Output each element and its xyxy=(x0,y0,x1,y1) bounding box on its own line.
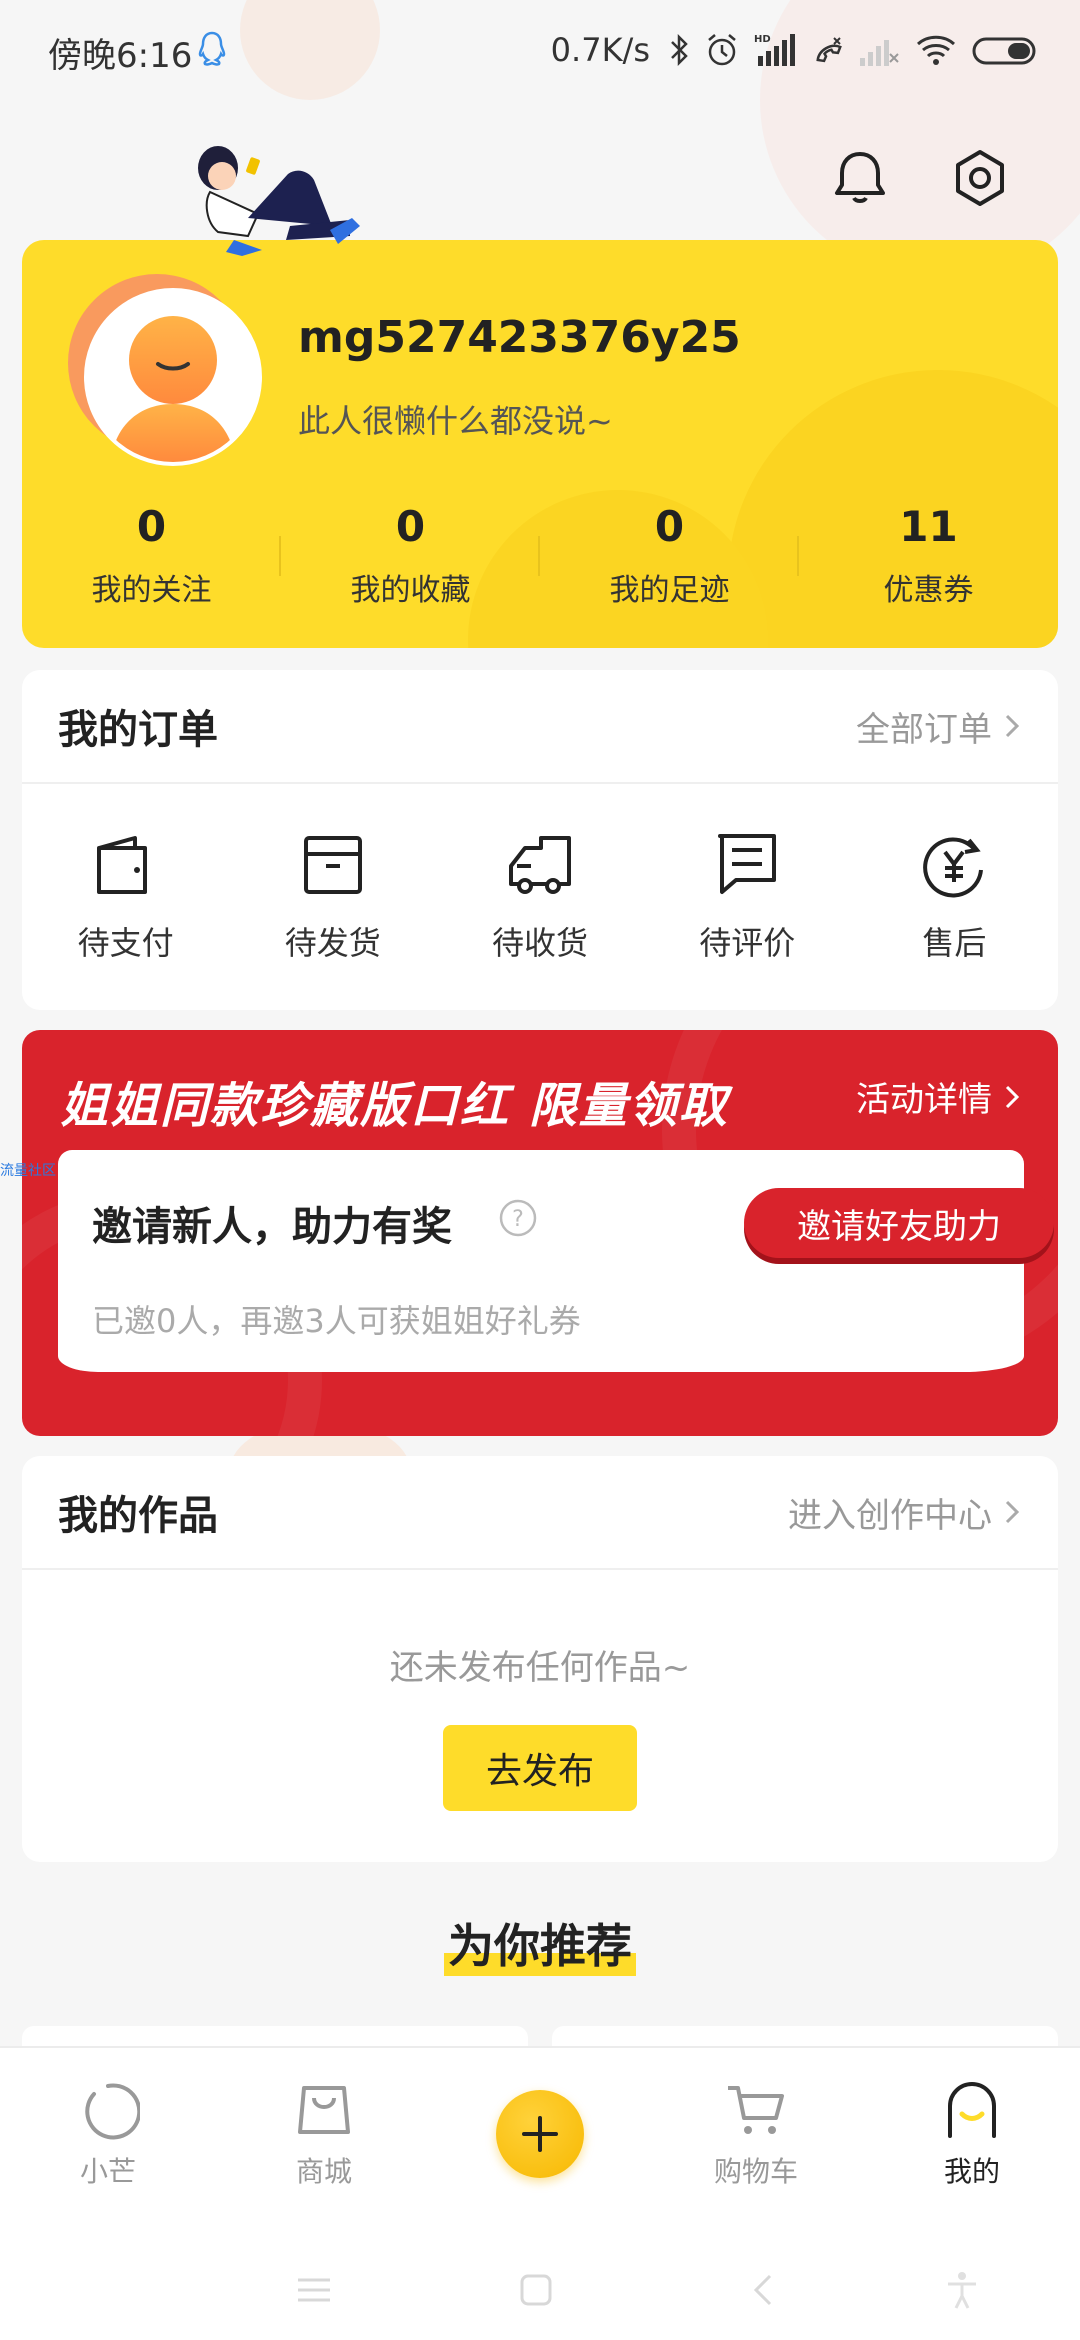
all-orders-label: 全部订单 xyxy=(856,709,992,750)
truck-icon xyxy=(509,836,571,894)
bottom-tab-bar: 小芒 商城 购物车 我的 xyxy=(0,2046,1080,2246)
orders-card: 我的订单 全部订单 待支付 待发货 待收货 待评价 售后 xyxy=(22,670,1058,1010)
bell-icon[interactable] xyxy=(828,146,892,210)
shop-bag-icon xyxy=(298,2086,350,2134)
user-bio: 此人很懒什么都没说~ xyxy=(298,402,613,440)
activity-details-label: 活动详情 xyxy=(856,1080,992,1120)
promo-banner[interactable]: 姐姐同款珍藏版口红 限量领取 活动详情 邀请新人，助力有奖 ? 邀请好友助力 已… xyxy=(22,1030,1058,1436)
signal-hd-icon: HD xyxy=(754,34,795,66)
invite-progress-text: 已邀0人，再邀3人可获姐姐好礼券 xyxy=(92,1302,581,1340)
stat-label: 我的关注 xyxy=(91,573,212,608)
stat-value: 0 xyxy=(395,502,426,551)
promo-title: 姐姐同款珍藏版口红 限量领取 xyxy=(60,1078,729,1134)
order-pending-review[interactable]: 待评价 xyxy=(644,830,851,964)
recommend-section: 为你推荐 xyxy=(0,1910,1080,1976)
chevron-right-icon xyxy=(1005,714,1020,738)
order-label: 待支付 xyxy=(77,924,174,962)
help-icon[interactable]: ? xyxy=(498,1198,538,1238)
chevron-right-icon xyxy=(1005,1085,1020,1108)
order-after-sales[interactable]: 售后 xyxy=(851,830,1058,964)
chevron-right-icon xyxy=(1005,1500,1020,1524)
stat-value: 0 xyxy=(136,502,167,551)
tab-shop[interactable]: 商城 xyxy=(216,2048,432,2246)
stat-label: 我的收藏 xyxy=(350,573,471,608)
tab-cart[interactable]: 购物车 xyxy=(648,2048,864,2246)
username: mg527423376y25 xyxy=(298,312,741,363)
home-icon[interactable] xyxy=(514,2268,558,2312)
avatar[interactable] xyxy=(84,288,262,466)
profile-icon xyxy=(948,2082,996,2138)
status-icons: 0.7K/s HD xyxy=(551,26,1040,74)
refund-icon xyxy=(923,837,984,898)
box-icon xyxy=(303,836,362,894)
recommend-title: 为你推荐 xyxy=(444,1910,636,1976)
creation-center-label: 进入创作中心 xyxy=(788,1495,992,1536)
all-orders-link[interactable]: 全部订单 xyxy=(856,702,1022,751)
status-time: 傍晚6:16 xyxy=(48,36,193,76)
call-icon xyxy=(816,37,842,63)
tab-mine[interactable]: 我的 xyxy=(864,2048,1080,2246)
orders-title: 我的订单 xyxy=(58,707,218,753)
back-icon[interactable] xyxy=(742,2268,786,2312)
tab-publish[interactable] xyxy=(432,2048,648,2246)
creation-center-link[interactable]: 进入创作中心 xyxy=(788,1488,1022,1537)
xiaomang-icon xyxy=(85,2083,140,2140)
stat-favorites[interactable]: 0 我的收藏 xyxy=(281,502,540,609)
order-pending-payment[interactable]: 待支付 xyxy=(22,830,229,964)
stat-value: 0 xyxy=(654,502,685,551)
empty-works-text: 还未发布任何作品~ xyxy=(389,1648,691,1688)
invite-panel: 邀请新人，助力有奖 ? 邀请好友助力 已邀0人，再邀3人可获姐姐好礼券 xyxy=(58,1150,1054,1372)
cart-icon xyxy=(728,2086,784,2134)
stat-label: 我的足迹 xyxy=(609,573,730,608)
tab-label: 商城 xyxy=(295,2155,352,2188)
bluetooth-icon xyxy=(671,33,688,67)
floating-tag[interactable]: 流量社区 xyxy=(0,1160,56,1180)
profile-card: mg527423376y25 此人很懒什么都没说~ 0 我的关注 0 我的收藏 … xyxy=(22,240,1058,648)
tab-label: 我的 xyxy=(943,2155,1000,2188)
tab-label: 购物车 xyxy=(713,2155,798,2188)
alarm-icon xyxy=(708,34,736,66)
stat-coupons[interactable]: 11 优惠券 xyxy=(799,502,1058,609)
avatar-icon xyxy=(110,316,236,462)
stat-following[interactable]: 0 我的关注 xyxy=(22,502,281,609)
qq-icon xyxy=(198,31,226,66)
works-title: 我的作品 xyxy=(58,1493,218,1539)
system-navigation-bar xyxy=(0,2246,1080,2340)
works-header: 我的作品 进入创作中心 xyxy=(22,1456,1058,1570)
profile-stats: 0 我的关注 0 我的收藏 0 我的足迹 11 优惠券 xyxy=(22,502,1058,609)
order-label: 售后 xyxy=(922,924,987,962)
stat-label: 优惠券 xyxy=(883,573,974,608)
order-status-row: 待支付 待发货 待收货 待评价 售后 xyxy=(22,784,1058,964)
publish-plus-button[interactable] xyxy=(496,2090,584,2178)
svg-text:?: ? xyxy=(512,1207,524,1232)
menu-icon[interactable] xyxy=(292,2268,336,2312)
lounging-girl-illustration xyxy=(198,146,360,256)
tab-label: 小芒 xyxy=(79,2155,136,2188)
orders-header: 我的订单 全部订单 xyxy=(22,670,1058,784)
accessibility-icon[interactable] xyxy=(940,2268,984,2312)
publish-button[interactable]: 去发布 xyxy=(443,1725,637,1811)
order-label: 待收货 xyxy=(492,924,589,962)
order-label: 待发货 xyxy=(284,924,381,962)
svg-text:HD: HD xyxy=(754,34,771,45)
comment-icon xyxy=(718,834,777,894)
order-pending-receipt[interactable]: 待收货 xyxy=(436,830,643,964)
stat-history[interactable]: 0 我的足迹 xyxy=(540,502,799,609)
signal-2-icon xyxy=(860,40,899,66)
stat-value: 11 xyxy=(899,502,958,551)
wallet-icon xyxy=(96,836,147,894)
network-speed: 0.7K/s xyxy=(550,31,650,69)
wifi-icon xyxy=(916,35,956,65)
battery-icon xyxy=(972,37,1036,65)
tab-xiaomang[interactable]: 小芒 xyxy=(0,2048,216,2246)
invite-friends-button[interactable]: 邀请好友助力 xyxy=(744,1188,1054,1258)
plus-icon xyxy=(522,2116,558,2152)
invite-title: 邀请新人，助力有奖 xyxy=(92,1204,452,1250)
works-card: 我的作品 进入创作中心 还未发布任何作品~ 去发布 xyxy=(22,1456,1058,1862)
activity-details-link[interactable]: 活动详情 xyxy=(856,1072,1022,1121)
order-pending-shipment[interactable]: 待发货 xyxy=(229,830,436,964)
status-bar: 傍晚6:16 0.7K/s HD xyxy=(0,0,1080,100)
settings-icon[interactable] xyxy=(948,146,1012,210)
order-label: 待评价 xyxy=(699,924,796,962)
